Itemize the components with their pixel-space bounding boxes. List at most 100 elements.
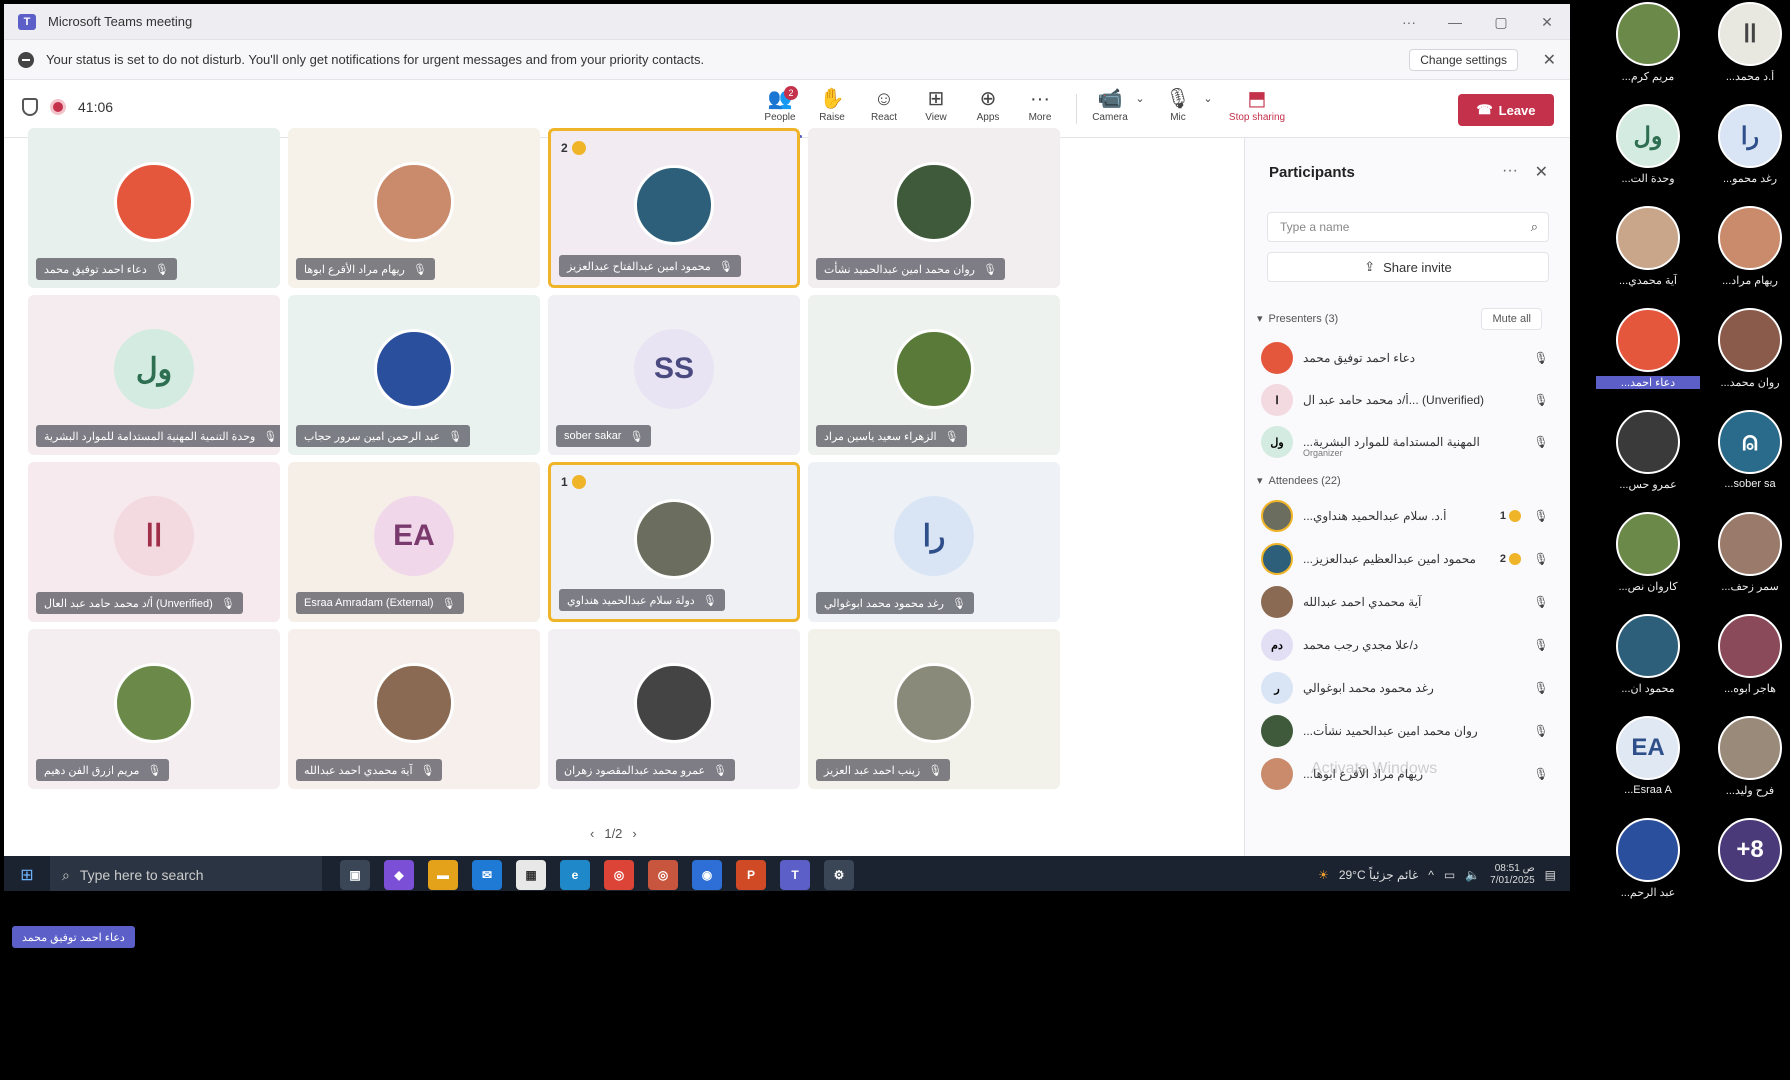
change-settings-button[interactable]: Change settings: [1409, 49, 1518, 71]
windows-start-button[interactable]: ⊞: [4, 856, 50, 891]
participant-name-tag: sober sakar 🎙: [556, 425, 652, 447]
participant-row[interactable]: ر رغد محمود محمد ابوغوالي 🎙: [1261, 668, 1553, 708]
close-notice-icon[interactable]: ✕: [1543, 50, 1556, 70]
participant-search-input[interactable]: Type a name ⌕: [1267, 212, 1549, 242]
settings-gear-icon[interactable]: ⚙: [824, 860, 854, 890]
notifications-icon[interactable]: ▤: [1545, 868, 1556, 882]
participant-row[interactable]: آية محمدي احمد عبدالله 🎙: [1261, 582, 1553, 622]
task-view-icon[interactable]: ▣: [340, 860, 370, 890]
participant-video-tile[interactable]: 2 محمود امين عبدالفتاح عبدالعزيز 🎙: [548, 128, 800, 288]
file-explorer-icon[interactable]: ▬: [428, 860, 458, 890]
participant-video-tile[interactable]: ول وحدة التنمية المهنية المستدامة للموارد…: [28, 295, 280, 455]
participant-name: عمرو محمد عبدالمقصود زهران: [564, 764, 706, 777]
participant-row[interactable]: ...أ.د. سلام عبدالحميد هنداوي 1 🎙: [1261, 496, 1553, 536]
edge-icon[interactable]: e: [560, 860, 590, 890]
copilot-icon[interactable]: ◆: [384, 860, 414, 890]
presenters-section-toggle[interactable]: ▾ Presenters (3): [1257, 312, 1338, 326]
participant-thumbnail[interactable]: ...هاجر ابوه: [1698, 608, 1790, 708]
participant-row[interactable]: ول ...المهنية المستدامة للموارد البشرية Or…: [1261, 422, 1553, 462]
mic-options-chevron[interactable]: ⌄: [1198, 86, 1218, 132]
participant-thumbnail[interactable]: اا ...أ.د محمد: [1698, 0, 1790, 96]
people-button[interactable]: 👥 2 People: [754, 86, 806, 138]
participant-video-tile[interactable]: عمرو محمد عبدالمقصود زهران 🎙: [548, 629, 800, 789]
participant-video-tile[interactable]: 1 دولة سلام عبدالحميد هنداوي 🎙: [548, 462, 800, 622]
stop-sharing-button[interactable]: ⬒ Stop sharing: [1222, 86, 1292, 132]
participant-thumbnail[interactable]: ...ريهام مراد: [1698, 200, 1790, 300]
participant-name: ...أ.د محمد: [1725, 71, 1775, 83]
network-icon[interactable]: ▭: [1444, 868, 1455, 882]
participant-thumbnail[interactable]: ...محمود ان: [1596, 608, 1700, 708]
participant-row[interactable]: ...روان محمد امين عبدالحميد نشأت 🎙: [1261, 711, 1553, 751]
hand-icon: [571, 141, 586, 155]
chrome-profile-icon[interactable]: ◎: [648, 860, 678, 890]
more-button[interactable]: ··· More: [1014, 86, 1066, 132]
participant-row[interactable]: دم د/علا مجدي رجب محمد 🎙: [1261, 625, 1553, 665]
mail-icon[interactable]: ✉: [472, 860, 502, 890]
mic-button[interactable]: 🎙 Mic: [1152, 86, 1204, 132]
participant-thumbnail[interactable]: ⍝ ...sober sa: [1698, 404, 1790, 504]
panel-close-icon[interactable]: ✕: [1535, 162, 1548, 182]
participant-thumbnail[interactable]: را ...رغد محمو: [1698, 98, 1790, 198]
pager-prev-button[interactable]: ‹: [590, 826, 594, 841]
participant-video-tile[interactable]: ريهام مراد الأقرع ابوها 🎙: [288, 128, 540, 288]
camera-options-chevron[interactable]: ⌄: [1130, 86, 1150, 132]
participant-thumbnail[interactable]: ...كاروان نص: [1596, 506, 1700, 606]
participant-thumbnail[interactable]: ول ...وحدة الت: [1596, 98, 1700, 198]
teams-taskbar-icon[interactable]: T: [780, 860, 810, 890]
toolbar-divider: [1076, 94, 1077, 124]
volume-icon[interactable]: 🔈: [1465, 868, 1480, 882]
raised-hand-indicator: 2: [561, 141, 586, 155]
participant-thumbnail[interactable]: ...عبد الرحم: [1596, 812, 1700, 912]
taskbar-clock[interactable]: 08:51 ص 7/01/2025: [1490, 863, 1535, 887]
view-button[interactable]: ⊞ View: [910, 86, 962, 132]
panel-more-icon[interactable]: ···: [1502, 162, 1518, 180]
participant-video-tile[interactable]: آية محمدي احمد عبدالله 🎙: [288, 629, 540, 789]
store-icon[interactable]: ▦: [516, 860, 546, 890]
mic-icon: 🎙: [1533, 393, 1549, 407]
participant-thumbnail[interactable]: ...روان محمد: [1698, 302, 1790, 402]
participant-video-tile[interactable]: EA Esraa Amradam (External) 🎙: [288, 462, 540, 622]
participant-row[interactable]: دعاء احمد توفيق محمد 🎙: [1261, 338, 1553, 378]
stop-sharing-label: Stop sharing: [1228, 112, 1286, 123]
chrome-icon[interactable]: ◎: [604, 860, 634, 890]
more-options-icon[interactable]: ···: [1386, 4, 1432, 40]
participant-video-tile[interactable]: SS sober sakar 🎙: [548, 295, 800, 455]
participant-thumbnail[interactable]: ...دعاء احمد: [1596, 302, 1700, 402]
participant-video-tile[interactable]: روان محمد امين عبدالحميد نشأت 🎙: [808, 128, 1060, 288]
powerpoint-icon[interactable]: P: [736, 860, 766, 890]
participant-video-tile[interactable]: را رغد محمود محمد ابوغوالي 🎙: [808, 462, 1060, 622]
chevron-up-icon[interactable]: ^: [1428, 868, 1434, 882]
taskbar-search-input[interactable]: ⌕ Type here to search: [50, 856, 322, 891]
participant-video-tile[interactable]: زينب احمد عبد العزيز 🎙: [808, 629, 1060, 789]
close-window-button[interactable]: ✕: [1524, 4, 1570, 40]
participant-thumbnail[interactable]: ...عمرو حس: [1596, 404, 1700, 504]
participant-name: آية محمدي احمد عبدالله: [1303, 595, 1422, 609]
attendees-section-toggle[interactable]: ▾ Attendees (22): [1257, 474, 1341, 488]
participant-thumbnail[interactable]: ...مريم كرم: [1596, 0, 1700, 96]
participant-thumbnail[interactable]: ...سمر زحف: [1698, 506, 1790, 606]
leave-button[interactable]: ☎ Leave: [1458, 94, 1554, 126]
participant-thumbnail[interactable]: EA ...Esraa A: [1596, 710, 1700, 810]
share-invite-button[interactable]: ⇪ Share invite: [1267, 252, 1549, 282]
apps-button[interactable]: ⊕ Apps: [962, 86, 1014, 132]
participant-video-tile[interactable]: دعاء احمد توفيق محمد 🎙: [28, 128, 280, 288]
maximize-button[interactable]: ▢: [1478, 4, 1524, 40]
participant-row[interactable]: ا أ/د محمد حامد عبد ال... (Unverified) 🎙: [1261, 380, 1553, 420]
participant-video-tile[interactable]: عبد الرحمن امين سرور حجاب 🎙: [288, 295, 540, 455]
participant-thumbnail[interactable]: ...آية محمدي: [1596, 200, 1700, 300]
mute-all-button[interactable]: Mute all: [1481, 308, 1542, 330]
participant-name: sober sakar: [564, 430, 622, 442]
participant-video-tile[interactable]: مريم ازرق الفن دهيم 🎙: [28, 629, 280, 789]
react-button[interactable]: ☺ React: [858, 86, 910, 132]
minimize-button[interactable]: —: [1432, 4, 1478, 40]
camera-button[interactable]: 📹 Camera: [1084, 86, 1136, 132]
participant-video-tile[interactable]: اا أ/د محمد حامد عبد العال (Unverified) 🎙: [28, 462, 280, 622]
participant-thumbnail[interactable]: ...فرح وليد: [1698, 710, 1790, 810]
meeting-timer: 41:06: [78, 99, 114, 115]
zoom-icon[interactable]: ◉: [692, 860, 722, 890]
raise-hand-button[interactable]: ✋ Raise: [806, 86, 858, 132]
participant-row[interactable]: ...محمود امين عبدالعظيم عبدالعزيز 2 🎙: [1261, 539, 1553, 579]
participant-thumbnail[interactable]: +8: [1698, 812, 1790, 912]
pager-next-button[interactable]: ›: [632, 826, 636, 841]
participant-video-tile[interactable]: الزهراء سعيد ياسين مراد 🎙: [808, 295, 1060, 455]
